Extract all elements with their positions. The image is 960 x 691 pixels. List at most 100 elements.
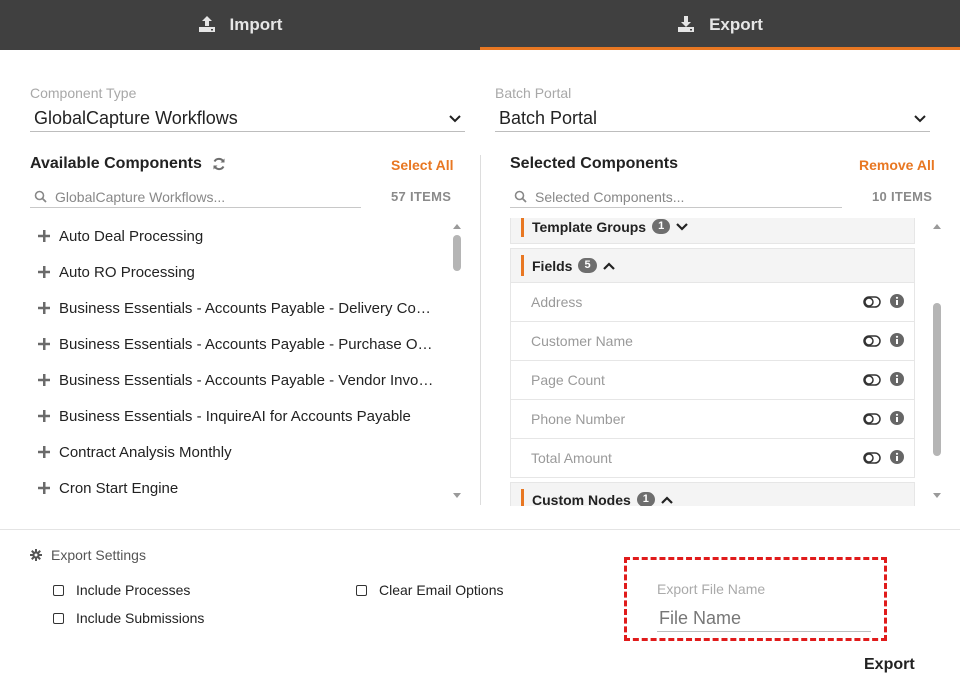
available-components-title-text: Available Components bbox=[30, 155, 202, 172]
available-scrollbar[interactable] bbox=[452, 220, 462, 504]
field-row: Address bbox=[511, 282, 914, 321]
select-all-link[interactable]: Select All bbox=[391, 157, 454, 173]
available-count: 57 ITEMS bbox=[391, 189, 452, 204]
list-item[interactable]: Business Essentials - Accounts Payable -… bbox=[30, 326, 450, 362]
field-name: Phone Number bbox=[531, 411, 626, 427]
scroll-up-icon[interactable] bbox=[932, 222, 942, 230]
selected-components-title: Selected Components bbox=[510, 155, 679, 172]
selected-search[interactable]: Selected Components... bbox=[510, 186, 842, 208]
toggle-icon[interactable] bbox=[863, 335, 881, 347]
info-icon[interactable] bbox=[890, 372, 904, 386]
list-item[interactable]: Business Essentials - Accounts Payable -… bbox=[30, 362, 450, 398]
batch-portal-label: Batch Portal bbox=[495, 85, 572, 101]
count-badge: 1 bbox=[636, 492, 655, 506]
selected-search-placeholder: Selected Components... bbox=[535, 188, 685, 205]
list-item-label: Business Essentials - Accounts Payable -… bbox=[59, 371, 434, 389]
list-item[interactable]: Business Essentials - InquireAI for Acco… bbox=[30, 398, 450, 434]
plus-icon bbox=[38, 230, 50, 242]
export-file-name-input[interactable] bbox=[657, 606, 871, 632]
component-type-select[interactable]: GlobalCapture Workflows bbox=[30, 106, 465, 132]
export-file-name-label: Export File Name bbox=[657, 581, 766, 597]
checkbox-box[interactable] bbox=[53, 584, 64, 596]
checkbox-label: Include Submissions bbox=[76, 610, 205, 626]
toggle-icon[interactable] bbox=[863, 413, 881, 425]
group-custom-nodes: Custom Nodes 1 bbox=[510, 482, 915, 506]
list-item[interactable]: Auto RO Processing bbox=[30, 254, 450, 290]
section-divider bbox=[0, 529, 960, 530]
plus-icon bbox=[38, 410, 50, 422]
include-processes-checkbox[interactable]: Include Processes bbox=[53, 582, 190, 598]
field-name: Customer Name bbox=[531, 333, 633, 349]
scroll-down-icon[interactable] bbox=[452, 492, 462, 500]
scroll-down-icon[interactable] bbox=[932, 492, 942, 500]
export-file-name-section: Export File Name bbox=[624, 557, 887, 641]
selected-scrollbar[interactable] bbox=[932, 220, 942, 504]
available-components-list: Auto Deal Processing Auto RO Processing … bbox=[30, 218, 450, 508]
plus-icon bbox=[38, 446, 50, 458]
info-icon[interactable] bbox=[890, 411, 904, 425]
scrollbar-thumb[interactable] bbox=[453, 235, 461, 271]
group-name: Fields bbox=[532, 257, 573, 274]
count-badge: 5 bbox=[578, 258, 597, 273]
list-item-label: Contract Analysis Monthly bbox=[59, 443, 232, 461]
field-name: Total Amount bbox=[531, 450, 612, 466]
info-icon[interactable] bbox=[890, 450, 904, 464]
tab-bar: Import Export bbox=[0, 0, 960, 50]
checkbox-box[interactable] bbox=[53, 612, 64, 624]
list-item-label: Business Essentials - Accounts Payable -… bbox=[59, 299, 431, 317]
include-submissions-checkbox[interactable]: Include Submissions bbox=[53, 610, 204, 626]
selected-components-list: Template Groups 1 Fields 5 Address Custo… bbox=[510, 218, 916, 506]
chevron-up-icon[interactable] bbox=[661, 495, 673, 504]
plus-icon bbox=[38, 338, 50, 350]
toggle-icon[interactable] bbox=[863, 452, 881, 464]
toggle-icon[interactable] bbox=[863, 296, 881, 308]
toggle-icon[interactable] bbox=[863, 374, 881, 386]
checkbox-box[interactable] bbox=[356, 584, 367, 596]
field-name: Page Count bbox=[531, 372, 605, 388]
info-icon[interactable] bbox=[890, 333, 904, 347]
field-row: Phone Number bbox=[511, 399, 914, 438]
plus-icon bbox=[38, 266, 50, 278]
list-item[interactable]: Cron Start Engine bbox=[30, 470, 450, 506]
panel-divider bbox=[480, 155, 481, 505]
tab-export[interactable]: Export bbox=[480, 0, 960, 50]
selected-count: 10 ITEMS bbox=[872, 189, 933, 204]
list-item-label: Cron Start Engine bbox=[59, 479, 179, 497]
remove-all-link[interactable]: Remove All bbox=[859, 157, 935, 173]
gear-icon bbox=[30, 549, 42, 561]
plus-icon bbox=[38, 374, 50, 386]
upload-icon bbox=[198, 15, 215, 32]
group-header[interactable]: Fields 5 bbox=[511, 249, 914, 282]
chevron-down-icon[interactable] bbox=[676, 222, 688, 231]
group-header[interactable]: Template Groups 1 bbox=[511, 218, 914, 243]
refresh-icon[interactable] bbox=[212, 157, 226, 171]
list-item-label: Auto Deal Processing bbox=[59, 227, 204, 245]
export-settings-header: Export Settings bbox=[30, 547, 146, 563]
group-header[interactable]: Custom Nodes 1 bbox=[511, 483, 914, 506]
list-item-label: Auto RO Processing bbox=[59, 263, 195, 281]
count-badge: 1 bbox=[652, 219, 671, 234]
batch-portal-select[interactable]: Batch Portal bbox=[495, 106, 930, 132]
available-search[interactable]: GlobalCapture Workflows... bbox=[30, 186, 361, 208]
chevron-up-icon[interactable] bbox=[602, 261, 615, 270]
available-components-title: Available Components bbox=[30, 155, 226, 173]
group-template-groups: Template Groups 1 bbox=[510, 218, 915, 244]
tab-export-label: Export bbox=[709, 15, 763, 34]
download-icon bbox=[678, 15, 695, 32]
export-button[interactable]: Export bbox=[864, 656, 915, 674]
info-icon[interactable] bbox=[890, 294, 904, 308]
scroll-up-icon[interactable] bbox=[452, 222, 462, 230]
scrollbar-thumb[interactable] bbox=[933, 303, 941, 456]
export-settings-title: Export Settings bbox=[51, 547, 146, 563]
tab-import[interactable]: Import bbox=[0, 0, 480, 50]
plus-icon bbox=[38, 482, 50, 494]
list-item[interactable]: Auto Deal Processing bbox=[30, 218, 450, 254]
list-item[interactable]: Contract Analysis Monthly bbox=[30, 434, 450, 470]
field-row: Page Count bbox=[511, 360, 914, 399]
chevron-down-icon bbox=[914, 114, 926, 122]
tab-import-label: Import bbox=[229, 15, 283, 34]
list-item[interactable]: Business Essentials - Accounts Payable -… bbox=[30, 290, 450, 326]
available-search-placeholder: GlobalCapture Workflows... bbox=[55, 188, 226, 205]
clear-email-options-checkbox[interactable]: Clear Email Options bbox=[356, 582, 504, 598]
plus-icon bbox=[38, 302, 50, 314]
